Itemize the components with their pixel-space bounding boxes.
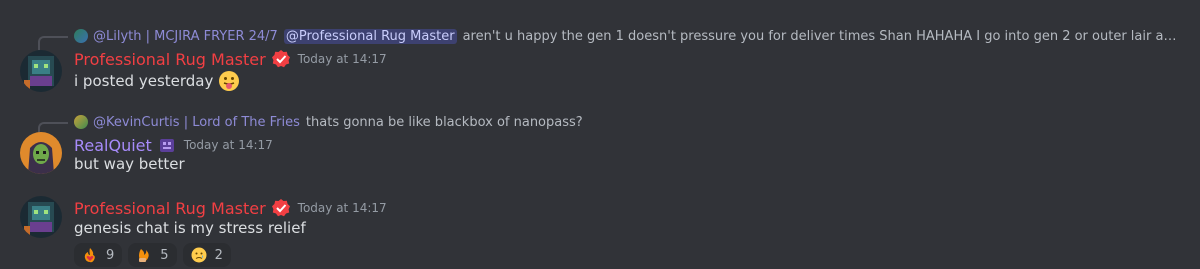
message-text: but way better: [74, 155, 185, 173]
fire-heart-icon: [84, 248, 95, 263]
reply-preview[interactable]: @KevinCurtis | Lord of The Fries thats g…: [74, 113, 1184, 131]
reply-text: aren't u happy the gen 1 doesn't pressur…: [462, 28, 1184, 44]
reaction-count: 2: [214, 247, 223, 263]
avatar[interactable]: [20, 196, 62, 238]
message-text: genesis chat is my stress relief: [74, 219, 306, 237]
avatar[interactable]: [20, 50, 62, 92]
reaction-fire-hand[interactable]: 5: [128, 243, 177, 267]
reply-mention[interactable]: @Professional Rug Master: [283, 28, 457, 44]
reply-author[interactable]: @KevinCurtis | Lord of The Fries: [93, 115, 300, 130]
message-header: Professional Rug Master Today at 14:17: [74, 197, 387, 219]
reply-connector: [38, 36, 68, 50]
timestamp: Today at 14:17: [297, 52, 387, 66]
timestamp: Today at 14:17: [183, 138, 273, 152]
reaction-count: 5: [160, 247, 169, 263]
reply-avatar-icon: [74, 115, 88, 129]
reply-author[interactable]: @Lilyth | MCJIRA FRYER 24/7: [93, 29, 278, 44]
reply-preview[interactable]: @Lilyth | MCJIRA FRYER 24/7 @Professiona…: [74, 27, 1184, 45]
message-header: Professional Rug Master Today at 14:17: [74, 48, 387, 70]
reaction-fire-heart[interactable]: 9: [74, 243, 123, 267]
tongue-face-emoji-icon: [219, 71, 240, 91]
reply-avatar-icon: [74, 29, 88, 43]
message-header: RealQuiet Today at 14:17: [74, 134, 273, 156]
reaction-sad-face[interactable]: 2: [182, 243, 231, 267]
reaction-count: 9: [106, 247, 115, 263]
verified-badge-icon: [271, 199, 290, 217]
username[interactable]: Professional Rug Master: [74, 199, 266, 218]
reactions-bar: 9 5 2: [74, 243, 231, 267]
sad-face-icon: [191, 247, 207, 263]
username[interactable]: RealQuiet: [74, 136, 152, 155]
timestamp: Today at 14:17: [297, 201, 387, 215]
username[interactable]: Professional Rug Master: [74, 50, 266, 69]
role-icon: [159, 139, 174, 152]
message-text: i posted yesterday: [74, 72, 214, 90]
avatar[interactable]: [20, 132, 62, 174]
verified-badge-icon: [271, 50, 290, 68]
reply-text: thats gonna be like blackbox of nanopass…: [305, 114, 583, 130]
message-content: i posted yesterday: [74, 70, 240, 92]
fire-hand-icon: [139, 249, 149, 262]
